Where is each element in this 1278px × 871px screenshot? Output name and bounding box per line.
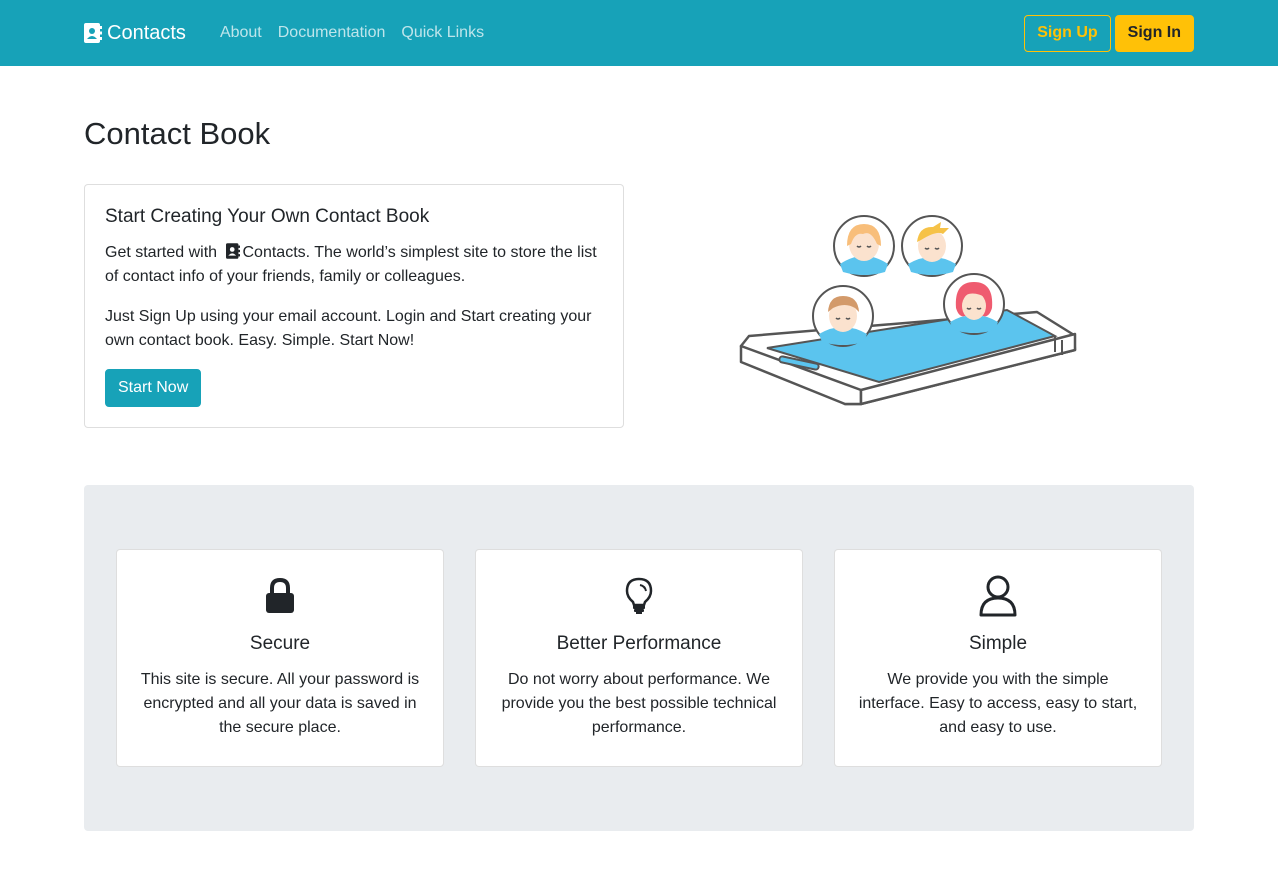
contact-book-icon: [225, 243, 240, 259]
main-content: Contact Book Start Creating Your Own Con…: [0, 116, 1278, 831]
hero-row: Start Creating Your Own Contact Book Get…: [84, 184, 1194, 428]
brand-label: Contacts: [107, 21, 186, 44]
feature-card-secure: Secure This site is secure. All your pas…: [116, 549, 444, 767]
page-title: Contact Book: [84, 116, 271, 151]
avatar-illustration-1: [832, 215, 895, 277]
hero-paragraph-1: Get started with Contacts. The world’s s…: [105, 241, 603, 289]
avatar-illustration-2: [900, 215, 963, 277]
nav-link-about[interactable]: About: [220, 24, 262, 42]
feature-title: Better Performance: [556, 633, 722, 654]
person-icon: [835, 575, 1161, 617]
feature-card-performance: Better Performance Do not worry about pe…: [475, 549, 803, 767]
features-section: Secure This site is secure. All your pas…: [84, 485, 1194, 831]
sign-up-button[interactable]: Sign Up: [1024, 14, 1111, 52]
phone-contacts-illustration: [739, 215, 1076, 406]
avatar-illustration-3: [811, 285, 874, 347]
navbar: Contacts About Documentation Quick Links…: [0, 0, 1278, 66]
lightbulb-icon: [476, 576, 802, 616]
brand-link[interactable]: Contacts: [84, 22, 186, 45]
sign-in-button[interactable]: Sign In: [1114, 14, 1194, 52]
contact-book-icon: [84, 23, 102, 43]
hero-paragraph-2: Just Sign Up using your email account. L…: [105, 308, 592, 349]
start-now-button[interactable]: Start Now: [105, 369, 202, 407]
feature-text: This site is secure. All your password i…: [140, 671, 420, 736]
lock-icon: [117, 576, 443, 616]
hero-p1-intro: Get started with: [105, 244, 218, 261]
feature-title: Simple: [968, 633, 1028, 654]
hero-illustration: [624, 184, 1194, 428]
hero-card: Start Creating Your Own Contact Book Get…: [84, 184, 624, 428]
hero-heading: Start Creating Your Own Contact Book: [105, 206, 430, 227]
nav-link-documentation[interactable]: Documentation: [278, 24, 386, 42]
nav-link-quick-links[interactable]: Quick Links: [401, 24, 484, 42]
feature-text: We provide you with the simple interface…: [858, 671, 1138, 736]
feature-title: Secure: [249, 633, 311, 654]
feature-card-simple: Simple We provide you with the simple in…: [834, 549, 1162, 767]
nav-actions: Sign Up Sign In: [1024, 14, 1194, 52]
feature-text: Do not worry about performance. We provi…: [501, 671, 777, 736]
nav-links: About Documentation Quick Links: [220, 24, 500, 42]
avatar-illustration-4: [942, 273, 1005, 335]
